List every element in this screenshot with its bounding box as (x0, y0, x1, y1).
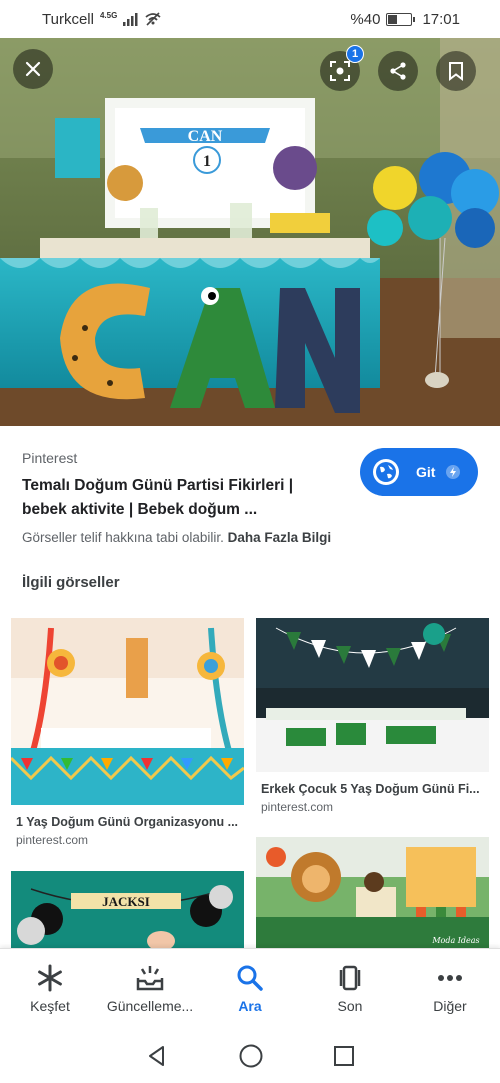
search-icon (237, 965, 263, 991)
save-button[interactable] (436, 51, 476, 91)
related-domain: pinterest.com (261, 800, 334, 814)
nav-discover[interactable]: Keşfet (0, 949, 100, 1028)
related-card-2[interactable]: Erkek Çocuk 5 Yaş Doğum Günü Fi... pinte… (256, 618, 489, 814)
recents-icon[interactable] (333, 1045, 355, 1067)
result-title[interactable]: Temalı Doğum Günü Partisi Fikirleri | be… (22, 474, 342, 522)
clock: 17:01 (422, 10, 460, 28)
related-heading: İlgili görseller (22, 574, 120, 591)
related-domain: pinterest.com (16, 833, 89, 847)
party-photo: CAN 1 (0, 38, 500, 426)
related-thumb (11, 618, 244, 805)
nav-more[interactable]: Diğer (400, 949, 500, 1028)
visit-label: Git (416, 464, 436, 480)
result-title-line1: Temalı Doğum Günü Partisi Fikirleri | (22, 477, 294, 494)
related-caption: 1 Yaş Doğum Günü Organizasyonu ... (16, 815, 239, 829)
photo-watermark: Moda Ideas (431, 936, 479, 945)
home-icon[interactable] (238, 1043, 264, 1069)
nav-updates[interactable]: Güncelleme... (100, 949, 200, 1028)
signal-icon (123, 12, 138, 26)
lens-badge: 1 (346, 45, 364, 63)
close-icon (25, 61, 41, 77)
nav-label: Keşfet (30, 997, 70, 1014)
related-thumb: JACKSI (11, 871, 244, 949)
open-arrow-icon (446, 465, 461, 479)
bookmark-icon (449, 62, 463, 81)
nav-recent[interactable]: Son (300, 949, 400, 1028)
related-thumb: Moda Ideas (256, 837, 489, 949)
nav-search[interactable]: Ara (200, 949, 300, 1028)
network-type: 4.5G (99, 11, 118, 20)
nav-label: Diğer (433, 997, 467, 1014)
nav-label: Güncelleme... (106, 997, 194, 1014)
lens-icon (330, 61, 350, 81)
hero-sign-number: 1 (203, 153, 211, 170)
asterisk-icon (38, 964, 62, 991)
carrier-name: Turkcell (42, 10, 94, 28)
bottom-navigation: Keşfet Güncelleme... Ara Son Diğer (0, 948, 500, 1028)
back-icon[interactable] (145, 1044, 169, 1068)
copyright-notice: Görseller telif hakkına tabi olabilir. D… (22, 530, 331, 545)
more-info-link[interactable]: Daha Fazla Bilgi (228, 530, 332, 545)
result-title-line2: bebek aktivite | Bebek doğum ... (22, 501, 258, 518)
hero-sign-name: CAN (188, 128, 223, 145)
nav-label: Ara (238, 997, 262, 1014)
system-navigation (0, 1028, 500, 1083)
more-horizontal-icon (438, 974, 462, 981)
related-card-3[interactable]: JACKSI (11, 871, 244, 949)
related-card-4[interactable]: Moda Ideas (256, 837, 489, 949)
result-source[interactable]: Pinterest (22, 450, 77, 466)
lens-button[interactable]: 1 (320, 45, 364, 91)
status-bar: Turkcell 4.5G %40 17:01 (0, 0, 500, 38)
visit-button[interactable]: Git (360, 448, 478, 496)
close-button[interactable] (13, 49, 53, 89)
updates-tray-icon (136, 965, 164, 990)
banner-text: JACKSI (102, 894, 150, 909)
wifi-off-icon (145, 12, 161, 26)
hero-image[interactable]: CAN 1 1 (0, 38, 500, 426)
related-card-1[interactable]: 1 Yaş Doğum Günü Organizasyonu ... pinte… (11, 618, 244, 847)
battery-percent: %40 (350, 10, 381, 28)
related-thumb (256, 618, 489, 772)
nav-label: Son (337, 997, 363, 1014)
recent-tabs-icon (339, 965, 361, 990)
share-button[interactable] (378, 51, 418, 91)
globe-icon (373, 459, 399, 485)
battery-icon (386, 12, 416, 26)
copyright-text: Görseller telif hakkına tabi olabilir. (22, 530, 224, 545)
share-icon (390, 62, 406, 80)
related-caption: Erkek Çocuk 5 Yaş Doğum Günü Fi... (261, 782, 480, 796)
